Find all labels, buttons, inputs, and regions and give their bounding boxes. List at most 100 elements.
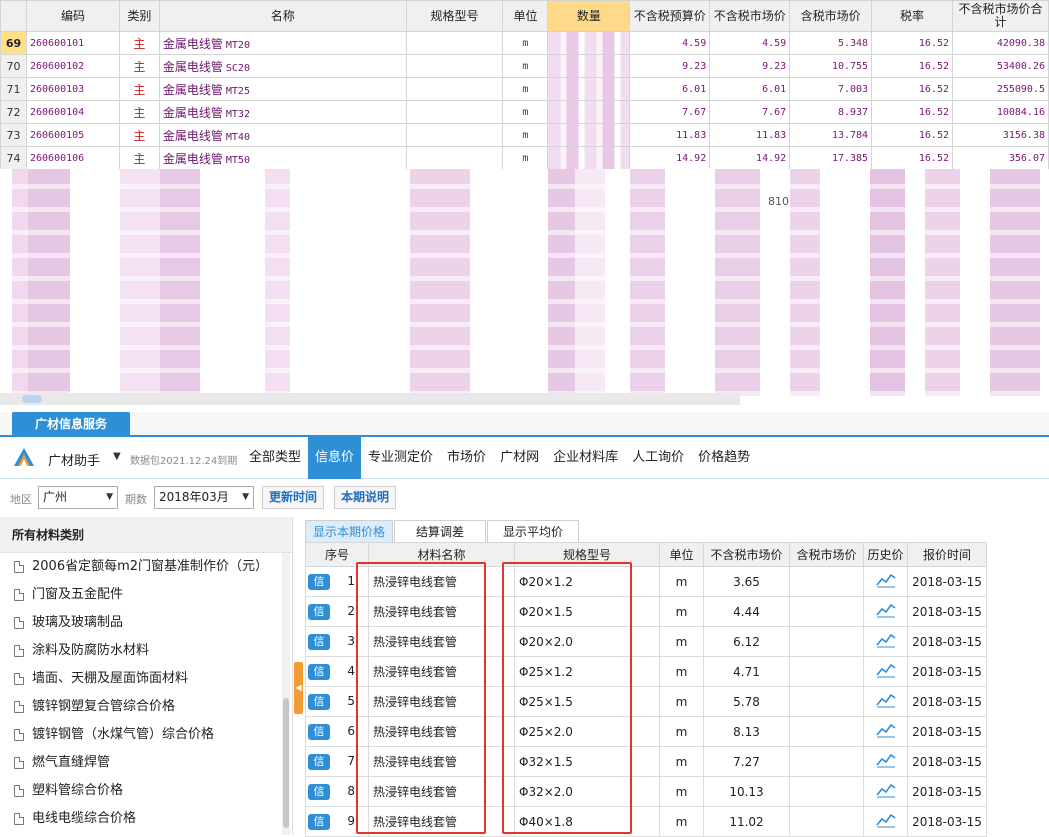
market-total[interactable]: 42090.38 [952, 31, 1049, 55]
budget-price[interactable]: 4.59 [629, 31, 711, 55]
tax-market-price[interactable] [789, 716, 864, 747]
col-header[interactable]: 历史价 [863, 542, 908, 567]
tax-market-price[interactable] [789, 596, 864, 627]
spec-model[interactable]: Φ40×1.8 [514, 806, 660, 837]
material-name[interactable]: 热浸锌电线套管 [368, 716, 515, 747]
nav-tab-market[interactable]: 市场价 [440, 437, 493, 479]
quantity-cell-redacted[interactable] [547, 54, 631, 78]
info-badge[interactable]: 信 [308, 783, 330, 800]
update-time-button[interactable]: 更新时间 [262, 486, 324, 509]
category-item[interactable]: 涂料及防腐防水材料 [0, 637, 292, 665]
tax-market-price[interactable]: 7.003 [789, 77, 873, 101]
nav-tab-guangcai-web[interactable]: 广材网 [493, 437, 546, 479]
col-header[interactable]: 序号 [305, 542, 369, 567]
history-price-cell[interactable] [863, 566, 908, 597]
spec-model-cell[interactable] [405, 146, 504, 170]
row-number[interactable]: 69 [0, 31, 27, 55]
caret-down-icon[interactable]: ▼ [113, 451, 121, 462]
tax-market-price[interactable] [789, 686, 864, 717]
market-price[interactable]: 9.23 [709, 54, 791, 78]
trend-chart-icon[interactable] [875, 723, 896, 741]
unit-cell[interactable]: m [502, 54, 549, 78]
material-name[interactable]: 热浸锌电线套管 [368, 806, 515, 837]
tax-rate[interactable]: 16.52 [871, 100, 953, 124]
nav-tab-enterprise[interactable]: 企业材料库 [546, 437, 625, 479]
market-price[interactable]: 14.92 [709, 146, 791, 170]
col-header[interactable]: 含税市场价 [789, 542, 864, 567]
history-price-cell[interactable] [863, 596, 908, 627]
seq-cell[interactable]: 信4 [305, 656, 369, 687]
info-badge[interactable]: 信 [308, 753, 330, 770]
quote-date[interactable]: 2018-03-15 [907, 626, 987, 657]
material-name[interactable]: 热浸锌电线套管 [368, 776, 515, 807]
unit[interactable]: m [659, 656, 704, 687]
trend-chart-icon[interactable] [875, 573, 896, 591]
row-number[interactable]: 72 [0, 100, 27, 124]
spec-model[interactable]: Φ20×1.2 [514, 566, 660, 597]
history-price-cell[interactable] [863, 686, 908, 717]
seq-cell[interactable]: 信2 [305, 596, 369, 627]
market-price[interactable]: 4.71 [703, 656, 790, 687]
market-price[interactable]: 10.13 [703, 776, 790, 807]
col-header[interactable]: 规格型号 [405, 0, 504, 32]
unit-cell[interactable]: m [502, 100, 549, 124]
col-header[interactable]: 含税市场价 [789, 0, 873, 32]
material-kind[interactable]: 主 [118, 146, 160, 170]
material-kind[interactable]: 主 [118, 100, 160, 124]
category-item[interactable]: 燃气直缝焊管 [0, 749, 292, 777]
tax-market-price[interactable]: 8.937 [789, 100, 873, 124]
material-name-cell[interactable]: 金属电线管 MT25 [158, 77, 407, 101]
quote-date[interactable]: 2018-03-15 [907, 806, 987, 837]
tax-market-price[interactable]: 13.784 [789, 123, 873, 147]
unit-cell[interactable]: m [502, 123, 549, 147]
nav-tab-info-price[interactable]: 信息价 [308, 437, 362, 479]
quantity-cell-redacted[interactable] [547, 146, 631, 170]
col-header[interactable]: 类别 [118, 0, 160, 32]
material-code[interactable]: 260600105 [25, 123, 120, 147]
col-header[interactable]: 单位 [502, 0, 549, 32]
spec-model-cell[interactable] [405, 77, 504, 101]
unit[interactable]: m [659, 686, 704, 717]
budget-price[interactable]: 6.01 [629, 77, 711, 101]
market-price[interactable]: 7.27 [703, 746, 790, 777]
budget-price[interactable]: 14.92 [629, 146, 711, 170]
market-price[interactable]: 3.65 [703, 566, 790, 597]
seq-cell[interactable]: 信8 [305, 776, 369, 807]
info-badge[interactable]: 信 [308, 573, 330, 590]
grid-row[interactable]: 73 260600105 主金属电线管 MT40 m 11.83 11.83 13.784 16… [0, 123, 1049, 147]
table-row[interactable]: 信 7 热浸锌电线套管 Φ32×1.5 m 7.27 2018-03-15 [305, 746, 987, 777]
tax-rate[interactable]: 16.52 [871, 54, 953, 78]
material-kind[interactable]: 主 [118, 31, 160, 55]
market-price[interactable]: 7.67 [709, 100, 791, 124]
history-price-cell[interactable] [863, 776, 908, 807]
tax-rate[interactable]: 16.52 [871, 77, 953, 101]
quote-date[interactable]: 2018-03-15 [907, 776, 987, 807]
material-name-cell[interactable]: 金属电线管 MT50 [158, 146, 407, 170]
spec-model[interactable]: Φ32×1.5 [514, 746, 660, 777]
info-badge[interactable]: 信 [308, 603, 330, 620]
table-row[interactable]: 信 3 热浸锌电线套管 Φ20×2.0 m 6.12 2018-03-15 [305, 626, 987, 657]
unit-cell[interactable]: m [502, 146, 549, 170]
trend-chart-icon[interactable] [875, 693, 896, 711]
material-name[interactable]: 热浸锌电线套管 [368, 686, 515, 717]
collapse-sidebar-handle[interactable]: ◀ [294, 662, 303, 714]
quote-date[interactable]: 2018-03-15 [907, 746, 987, 777]
spec-model[interactable]: Φ20×1.5 [514, 596, 660, 627]
seq-cell[interactable]: 信9 [305, 806, 369, 837]
material-name[interactable]: 热浸锌电线套管 [368, 596, 515, 627]
tax-rate[interactable]: 16.52 [871, 123, 953, 147]
market-price[interactable]: 5.78 [703, 686, 790, 717]
trend-chart-icon[interactable] [875, 603, 896, 621]
material-kind[interactable]: 主 [118, 77, 160, 101]
sub-tab-average-price[interactable]: 显示平均价 [487, 520, 579, 542]
region-select[interactable]: 广州 ▼ [38, 486, 118, 509]
grid-row[interactable]: 71 260600103 主金属电线管 MT25 m 6.01 6.01 7.003 16.52… [0, 77, 1049, 101]
spec-model[interactable]: Φ20×2.0 [514, 626, 660, 657]
market-price[interactable]: 6.12 [703, 626, 790, 657]
seq-cell[interactable]: 信3 [305, 626, 369, 657]
material-name-cell[interactable]: 金属电线管 MT40 [158, 123, 407, 147]
scrollbar-thumb[interactable] [283, 698, 289, 828]
trend-chart-icon[interactable] [875, 753, 896, 771]
quantity-cell-redacted[interactable] [547, 31, 631, 55]
info-badge[interactable]: 信 [308, 663, 330, 680]
